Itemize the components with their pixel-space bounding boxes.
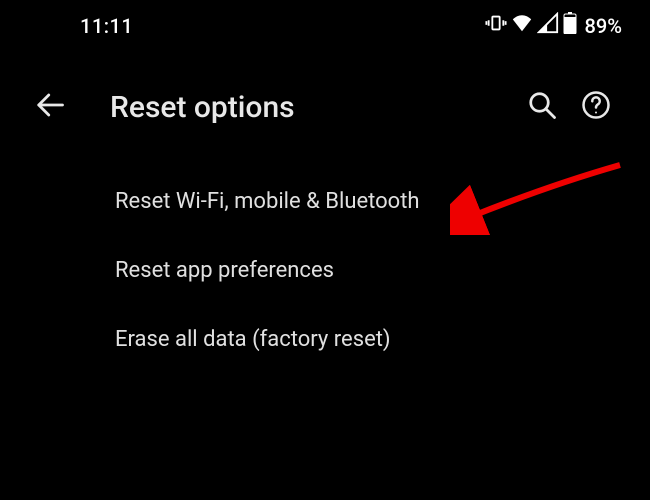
vibrate-icon: [485, 12, 507, 39]
status-bar: 11:11: [0, 0, 650, 47]
options-list: Reset Wi-Fi, mobile & Bluetooth Reset ap…: [0, 157, 650, 384]
cellular-signal-icon: [537, 12, 559, 39]
status-icons: [485, 12, 577, 39]
battery-percent: 89%: [585, 14, 622, 38]
reset-wifi-mobile-bluetooth[interactable]: Reset Wi-Fi, mobile & Bluetooth: [0, 167, 650, 236]
erase-all-data[interactable]: Erase all data (factory reset): [0, 305, 650, 374]
app-header: Reset options: [0, 47, 650, 157]
search-button[interactable]: [522, 87, 562, 127]
battery-icon: [563, 12, 577, 39]
search-icon: [527, 90, 557, 124]
help-icon: [581, 90, 611, 124]
reset-app-preferences[interactable]: Reset app preferences: [0, 236, 650, 305]
status-right: 89%: [485, 12, 622, 39]
status-time: 11:11: [80, 14, 133, 38]
page-title: Reset options: [110, 90, 522, 125]
wifi-icon: [511, 12, 533, 39]
back-arrow-icon: [35, 90, 65, 124]
back-button[interactable]: [30, 87, 70, 127]
help-button[interactable]: [576, 87, 616, 127]
